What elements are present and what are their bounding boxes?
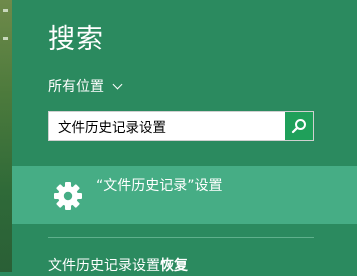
search-scope-label: 所有位置 [48, 79, 104, 95]
divider [48, 237, 314, 238]
search-button[interactable] [285, 112, 313, 140]
search-input[interactable] [49, 112, 285, 140]
search-result-item[interactable]: “文件历史记录”设置 [12, 166, 357, 224]
search-suggestion[interactable]: 文件历史记录设置恢复 [48, 256, 188, 276]
chevron-down-icon [112, 79, 123, 90]
search-charm-panel: 搜索 所有位置 “文件历史记录 [12, 0, 357, 274]
gear-icon [54, 182, 82, 210]
panel-title: 搜索 [48, 24, 104, 55]
search-box [48, 111, 314, 141]
search-icon [291, 119, 306, 134]
desktop-icon-fragment [3, 37, 8, 40]
desktop-icon-fragment [3, 9, 8, 12]
search-scope-dropdown[interactable]: 所有位置 [48, 77, 123, 97]
search-result-label: “文件历史记录”设置 [96, 178, 223, 194]
desktop-background-strip [0, 0, 12, 272]
